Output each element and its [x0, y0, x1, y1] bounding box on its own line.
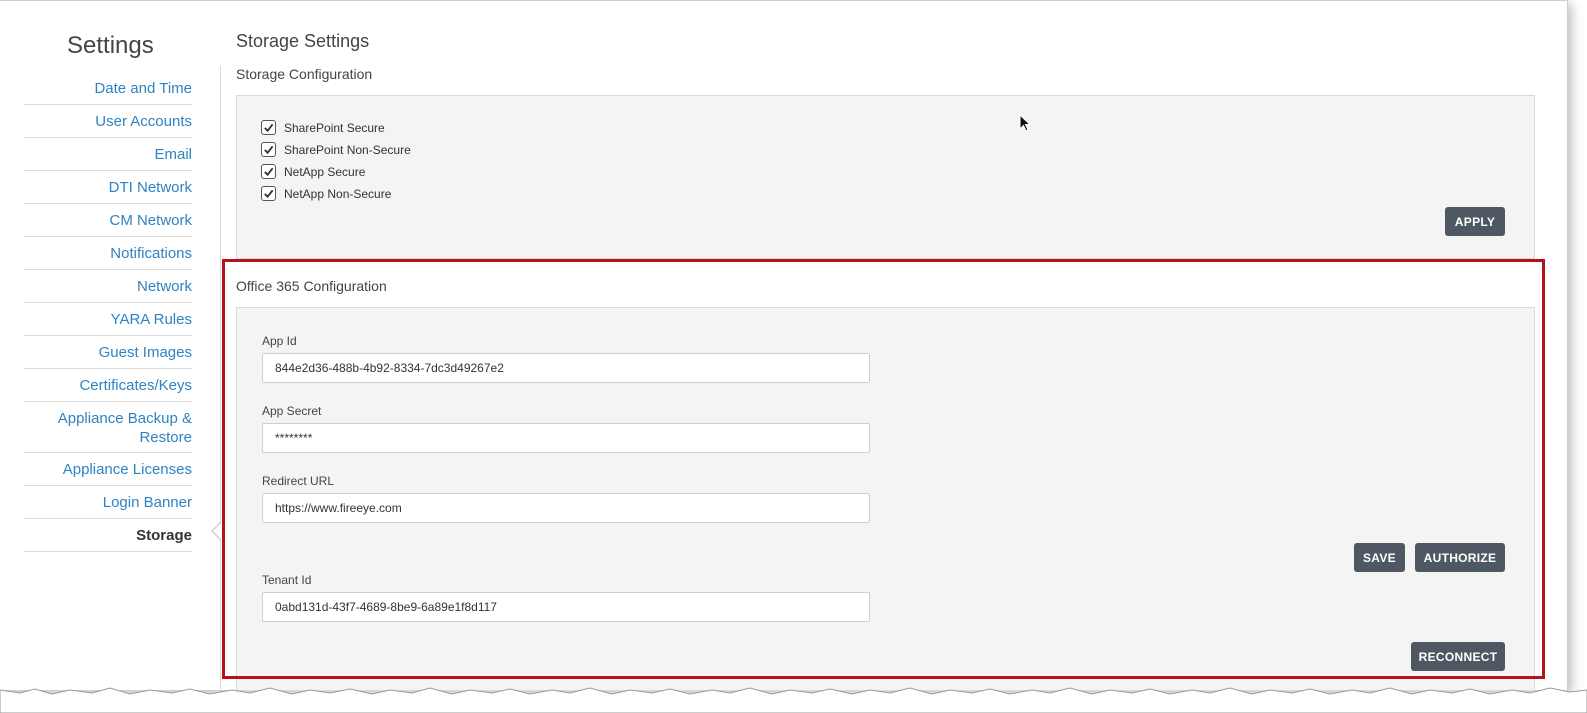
- reconnect-button[interactable]: RECONNECT: [1411, 642, 1505, 671]
- authorize-button[interactable]: AUTHORIZE: [1415, 543, 1505, 572]
- sidebar-item-network[interactable]: Network: [24, 270, 192, 303]
- app-id-input[interactable]: [262, 353, 870, 383]
- redirect-url-input[interactable]: [262, 493, 870, 523]
- sidebar-item-storage[interactable]: Storage: [24, 519, 192, 552]
- sidebar-divider: [220, 66, 221, 691]
- torn-edge: [0, 687, 1587, 713]
- app-secret-label: App Secret: [262, 404, 322, 418]
- page-title: Storage Settings: [236, 31, 370, 51]
- checkmark-icon: [264, 145, 274, 155]
- sidebar-item-login-banner[interactable]: Login Banner: [24, 486, 192, 519]
- sidebar-item-yara-rules[interactable]: YARA Rules: [24, 303, 192, 336]
- tenant-id-label: Tenant Id: [262, 573, 312, 587]
- checkmark-icon: [264, 167, 274, 177]
- option-label: NetApp Non-Secure: [284, 186, 392, 201]
- checkbox-netapp-non-secure[interactable]: [261, 186, 276, 201]
- sidebar-item-appliance-backup-restore[interactable]: Appliance Backup & Restore: [24, 402, 192, 453]
- checkbox-sharepoint-secure[interactable]: [261, 120, 276, 135]
- checkbox-netapp-secure[interactable]: [261, 164, 276, 179]
- sidebar-item-date-and-time[interactable]: Date and Time: [24, 72, 192, 105]
- storage-config-panel: [236, 95, 1535, 259]
- checkmark-icon: [264, 189, 274, 199]
- sidebar-item-guest-images[interactable]: Guest Images: [24, 336, 192, 369]
- app-secret-input[interactable]: [262, 423, 870, 453]
- active-item-caret: [211, 521, 222, 541]
- sidebar-item-cm-network[interactable]: CM Network: [24, 204, 192, 237]
- option-label: SharePoint Non-Secure: [284, 142, 411, 157]
- window-frame: Settings Date and Time User Accounts Ema…: [0, 0, 1568, 691]
- option-netapp-non-secure[interactable]: NetApp Non-Secure: [261, 186, 391, 201]
- save-button[interactable]: SAVE: [1354, 543, 1405, 572]
- redirect-url-label: Redirect URL: [262, 474, 335, 488]
- sidebar-item-notifications[interactable]: Notifications: [24, 237, 192, 270]
- option-netapp-secure[interactable]: NetApp Secure: [261, 164, 365, 179]
- sidebar-title: Settings: [67, 32, 154, 59]
- tenant-id-input[interactable]: [262, 592, 870, 622]
- checkmark-icon: [264, 123, 274, 133]
- option-sharepoint-secure[interactable]: SharePoint Secure: [261, 120, 385, 135]
- sidebar-item-dti-network[interactable]: DTI Network: [24, 171, 192, 204]
- mouse-cursor-icon: [1019, 114, 1031, 132]
- settings-sidebar: Date and Time User Accounts Email DTI Ne…: [24, 72, 192, 552]
- option-label: NetApp Secure: [284, 164, 366, 179]
- apply-button[interactable]: APPLY: [1445, 207, 1505, 236]
- sidebar-item-email[interactable]: Email: [24, 138, 192, 171]
- storage-config-title: Storage Configuration: [236, 66, 373, 82]
- option-sharepoint-non-secure[interactable]: SharePoint Non-Secure: [261, 142, 411, 157]
- sidebar-item-appliance-licenses[interactable]: Appliance Licenses: [24, 453, 192, 486]
- option-label: SharePoint Secure: [284, 120, 385, 135]
- checkbox-sharepoint-non-secure[interactable]: [261, 142, 276, 157]
- sidebar-item-certificates-keys[interactable]: Certificates/Keys: [24, 369, 192, 402]
- app-id-label: App Id: [262, 334, 297, 348]
- sidebar-item-user-accounts[interactable]: User Accounts: [24, 105, 192, 138]
- office365-config-title: Office 365 Configuration: [236, 278, 387, 294]
